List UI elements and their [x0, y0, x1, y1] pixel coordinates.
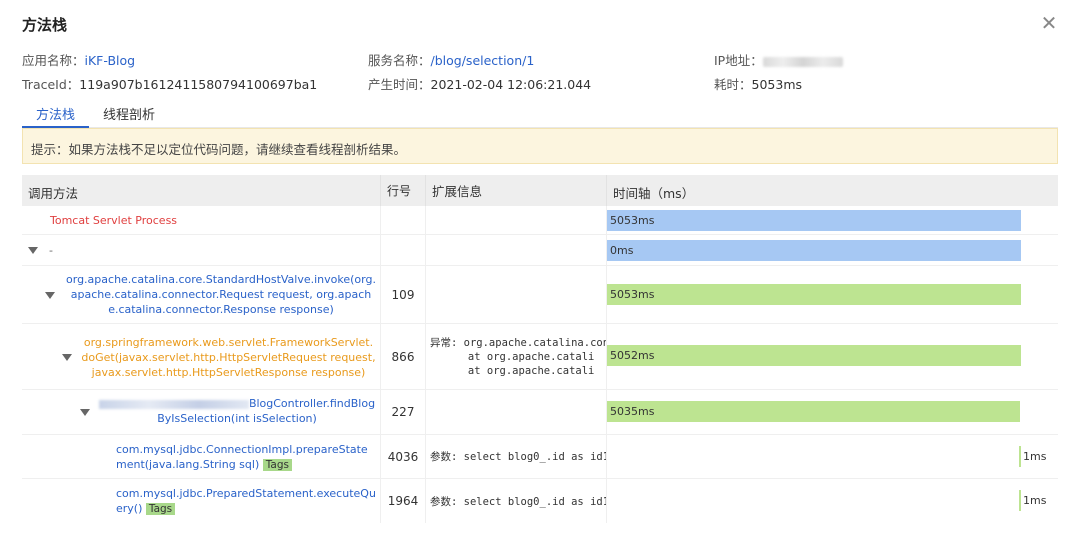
- header-method: 调用方法: [22, 175, 381, 206]
- table-row[interactable]: Tomcat Servlet Process 5053ms: [22, 206, 1058, 235]
- timeline-tick: [1019, 446, 1021, 467]
- ext-info: 异常: org.apache.catalina.con at org.apach…: [426, 324, 607, 389]
- time-field: 产生时间：2021-02-04 12:06:21.044: [368, 74, 591, 93]
- ext-info: [426, 235, 607, 265]
- time-value: 2021-02-04 12:06:21.044: [430, 77, 592, 92]
- tab-method-stack[interactable]: 方法栈: [22, 100, 90, 128]
- tags-badge[interactable]: Tags: [145, 503, 176, 515]
- line-number: [381, 235, 426, 265]
- expand-triangle-icon[interactable]: [28, 247, 38, 254]
- trace-id-label: TraceId：: [22, 77, 80, 92]
- notice-banner: 提示：如果方法栈不足以定位代码问题，请继续查看线程剖析结果。: [22, 128, 1058, 164]
- tags-badge[interactable]: Tags: [262, 459, 292, 471]
- timeline-bar: 5053ms: [607, 210, 1021, 231]
- timeline-label: 5035ms: [610, 405, 655, 418]
- method-name[interactable]: com.mysql.jdbc.ConnectionImpl.prepareSta…: [116, 442, 378, 473]
- ext-info: 参数: select blog0_.id as id1: [426, 435, 607, 478]
- dialog-title: 方法栈: [22, 16, 68, 34]
- line-number: 227: [381, 390, 426, 434]
- tab-bar: 方法栈 线程剖析: [22, 100, 169, 128]
- timeline-bar: 5053ms: [607, 284, 1021, 305]
- timeline-label: 1ms: [1023, 450, 1047, 463]
- timeline-label: 5053ms: [610, 288, 655, 301]
- table-header: 调用方法 行号 扩展信息 时间轴（ms）: [22, 175, 1058, 206]
- trace-id-field: TraceId：119a907b1612411580794100697ba1: [22, 74, 317, 93]
- service-name-label: 服务名称：: [368, 53, 431, 68]
- redacted-package: [98, 399, 249, 409]
- service-name-field: 服务名称：/blog/selection/1: [368, 50, 534, 69]
- method-name: Tomcat Servlet Process: [50, 214, 178, 227]
- method-name[interactable]: org.apache.catalina.core.StandardHostVal…: [66, 272, 376, 317]
- timeline-label: 0ms: [610, 244, 634, 257]
- cost-field: 耗时：5053ms: [714, 74, 802, 93]
- method-name[interactable]: com.mysql.jdbc.PreparedStatement.execute…: [116, 486, 378, 517]
- time-label: 产生时间：: [368, 77, 431, 92]
- ext-info: [426, 390, 607, 434]
- line-number: 4036: [381, 435, 426, 478]
- service-name-link[interactable]: /blog/selection/1: [431, 53, 535, 68]
- ext-info: 参数: select blog0_.id as id1: [426, 479, 607, 523]
- line-number: 866: [381, 324, 426, 389]
- table-row[interactable]: org.apache.catalina.core.StandardHostVal…: [22, 266, 1058, 324]
- table-row[interactable]: org.springframework.web.servlet.Framewor…: [22, 324, 1058, 390]
- ext-info: [426, 206, 607, 234]
- method-name: -: [49, 244, 53, 257]
- timeline-bar: 5052ms: [607, 345, 1021, 366]
- table-row[interactable]: - 0ms: [22, 235, 1058, 266]
- close-icon[interactable]: ✕: [1038, 12, 1060, 34]
- header-line: 行号: [381, 175, 426, 206]
- table-row[interactable]: com.mysql.jdbc.ConnectionImpl.prepareSta…: [22, 435, 1058, 479]
- line-number: 109: [381, 266, 426, 323]
- cost-label: 耗时：: [714, 77, 752, 92]
- app-name-label: 应用名称：: [22, 53, 85, 68]
- ip-label: IP地址：: [714, 53, 763, 68]
- trace-id-value: 119a907b1612411580794100697ba1: [79, 77, 318, 92]
- ip-value-redacted: [762, 56, 843, 67]
- timeline-label: 5053ms: [610, 214, 655, 227]
- header-timeline: 时间轴（ms）: [613, 186, 695, 201]
- table-row[interactable]: BlogController.findBlogByIsSelection(int…: [22, 390, 1058, 435]
- ip-field: IP地址：: [714, 50, 843, 69]
- timeline-bar: 0ms: [607, 240, 1021, 261]
- app-name-link[interactable]: iKF-Blog: [85, 53, 136, 68]
- timeline-bar: 5035ms: [607, 401, 1020, 422]
- method-name[interactable]: org.springframework.web.servlet.Framewor…: [81, 335, 376, 380]
- method-text: com.mysql.jdbc.ConnectionImpl.prepareSta…: [116, 443, 368, 471]
- timeline-tick: [1019, 490, 1021, 511]
- line-number: 1964: [381, 479, 426, 523]
- app-name-field: 应用名称：iKF-Blog: [22, 50, 135, 69]
- timeline-label: 1ms: [1023, 494, 1047, 507]
- cost-value: 5053ms: [751, 77, 803, 92]
- method-stack-table: 调用方法 行号 扩展信息 时间轴（ms） Tomcat Servlet Proc…: [22, 175, 1058, 523]
- line-number: [381, 206, 426, 234]
- method-name[interactable]: BlogController.findBlogByIsSelection(int…: [98, 396, 376, 426]
- ext-info: [426, 266, 607, 323]
- expand-triangle-icon[interactable]: [80, 409, 90, 416]
- header-ext: 扩展信息: [426, 175, 607, 206]
- table-row[interactable]: com.mysql.jdbc.PreparedStatement.execute…: [22, 479, 1058, 523]
- tab-thread-profile[interactable]: 线程剖析: [89, 100, 169, 128]
- expand-triangle-icon[interactable]: [62, 354, 72, 361]
- expand-triangle-icon[interactable]: [45, 292, 55, 299]
- timeline-label: 5052ms: [610, 349, 655, 362]
